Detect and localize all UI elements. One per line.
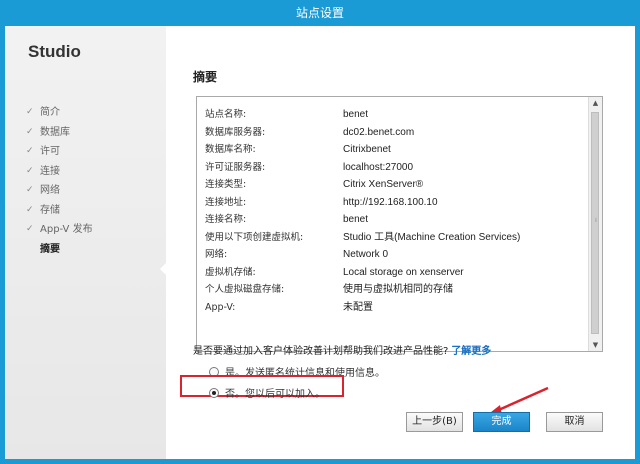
summary-key: 虚拟机存储: [205, 266, 256, 278]
back-button[interactable]: 上一步(B) [406, 412, 463, 432]
summary-value: http://192.168.100.10 [343, 196, 438, 208]
summary-row: 网络: Network 0 [205, 246, 585, 264]
window-frame-right [635, 26, 640, 464]
step-label: App-V 发布 [40, 224, 93, 235]
summary-key: 使用以下项创建虚拟机: [205, 231, 304, 243]
checkmark-icon: ✓ [26, 107, 34, 117]
summary-key: 站点名称: [205, 109, 247, 120]
step-label: 许可 [40, 146, 60, 157]
window-titlebar: 站点设置 [0, 0, 640, 26]
summary-row: 数据库名称: Citrixbenet [205, 141, 585, 159]
step-summary: 摘要 [26, 240, 93, 260]
summary-value: 使用与虚拟机相同的存储 [343, 284, 453, 295]
step-intro: ✓ 简介 [26, 103, 93, 123]
page-title: 摘要 [193, 70, 218, 84]
summary-value: 未配置 [343, 301, 373, 313]
step-label: 网络 [40, 185, 60, 196]
window-title: 站点设置 [295, 6, 344, 20]
step-network: ✓ 网络 [26, 181, 93, 201]
step-label: 摘要 [40, 243, 60, 255]
wizard-content: 摘要 站点名称: benet 数据库服务器: dc02.benet.com 数据库名… [166, 26, 635, 459]
radio-label[interactable]: 否。您以后可以加入。 [225, 385, 325, 400]
summary-row: 虚拟机存储: Local storage on xenserver [205, 264, 585, 282]
active-step-pointer [160, 262, 167, 276]
summary-list: 站点名称: benet 数据库服务器: dc02.benet.com 数据库名称: C… [205, 106, 585, 316]
checkmark-icon: ✓ [26, 204, 34, 215]
summary-key: 连接类型: [205, 179, 247, 190]
checkmark-icon: ✓ [26, 126, 34, 137]
step-storage: ✓ 存储 [26, 201, 93, 221]
summary-row: 许可证服务器: localhost:27000 [205, 159, 585, 177]
summary-value: benet [343, 214, 369, 225]
step-label: 连接 [40, 165, 60, 177]
summary-scrollbar[interactable]: ▲ ⁞ ▼ [588, 97, 602, 351]
summary-key: 数据库服务器: [205, 126, 266, 138]
radio-button-selected[interactable] [209, 387, 219, 398]
checkmark-icon: ✓ [26, 185, 34, 195]
summary-key: App-V: [205, 301, 236, 313]
checkmark-icon: ✓ [26, 146, 34, 156]
ceip-option-no[interactable]: 否。您以后可以加入。 [209, 385, 325, 400]
summary-row: 数据库服务器: dc02.benet.com [205, 124, 585, 142]
step-appv: ✓ App-V 发布 [26, 220, 93, 240]
summary-row: 连接类型: Citrix XenServer® [205, 176, 585, 194]
summary-row: 连接名称: benet [205, 211, 585, 229]
summary-row: 连接地址: http://192.168.100.10 [205, 194, 585, 212]
scroll-down-arrow-icon[interactable]: ▼ [589, 339, 602, 351]
cancel-button[interactable]: 取消 [546, 412, 603, 432]
checkmark-icon: ✓ [26, 224, 34, 234]
summary-value: Network 0 [343, 249, 389, 260]
summary-row: 使用以下项创建虚拟机: Studio 工具(Machine Creation Se… [205, 229, 585, 247]
summary-value: dc02.benet.com [343, 126, 415, 138]
summary-value: Studio 工具(Machine Creation Services) [343, 231, 521, 243]
summary-value: localhost:27000 [343, 161, 414, 173]
ceip-question-text: 是否要通过加入客户体验改善计划帮助我们改进产品性能? [193, 346, 449, 357]
step-label: 数据库 [40, 126, 70, 138]
summary-panel: 站点名称: benet 数据库服务器: dc02.benet.com 数据库名称: C… [196, 96, 603, 352]
scroll-up-arrow-icon[interactable]: ▲ [589, 97, 602, 109]
ceip-question: 是否要通过加入客户体验改善计划帮助我们改进产品性能? 了解更多 [193, 342, 491, 357]
finish-button[interactable]: 完成 [473, 412, 530, 432]
window-frame-bottom [0, 459, 640, 464]
scrollbar-thumb[interactable]: ⁞ [591, 112, 599, 334]
summary-row: App-V: 未配置 [205, 299, 585, 317]
summary-row: 个人虚拟磁盘存储: 使用与虚拟机相同的存储 [205, 281, 585, 299]
summary-value: Citrix XenServer® [343, 179, 424, 190]
summary-key: 连接名称: [205, 214, 247, 225]
step-label: 存储 [40, 204, 60, 216]
summary-value: Local storage on xenserver [343, 266, 464, 278]
step-database: ✓ 数据库 [26, 123, 93, 143]
checkmark-icon: ✓ [26, 165, 34, 176]
product-name: Studio [28, 42, 81, 61]
learn-more-link[interactable]: 了解更多 [451, 346, 491, 357]
step-connection: ✓ 连接 [26, 162, 93, 182]
summary-value: Citrixbenet [343, 144, 391, 155]
summary-key: 数据库名称: [205, 144, 256, 155]
summary-value: benet [343, 109, 369, 120]
step-license: ✓ 许可 [26, 142, 93, 162]
step-label: 简介 [40, 107, 60, 118]
summary-key: 连接地址: [205, 196, 247, 208]
summary-key: 个人虚拟磁盘存储: [205, 284, 285, 295]
summary-row: 站点名称: benet [205, 106, 585, 124]
summary-key: 网络: [205, 249, 228, 260]
summary-key: 许可证服务器: [205, 161, 266, 173]
grip-icon: ⁞ [595, 217, 597, 224]
wizard-steps: ✓ 简介 ✓ 数据库 ✓ 许可 ✓ 连接 ✓ 网络 ✓ 存储 ✓ App-V 发布 摘要 [26, 103, 93, 259]
